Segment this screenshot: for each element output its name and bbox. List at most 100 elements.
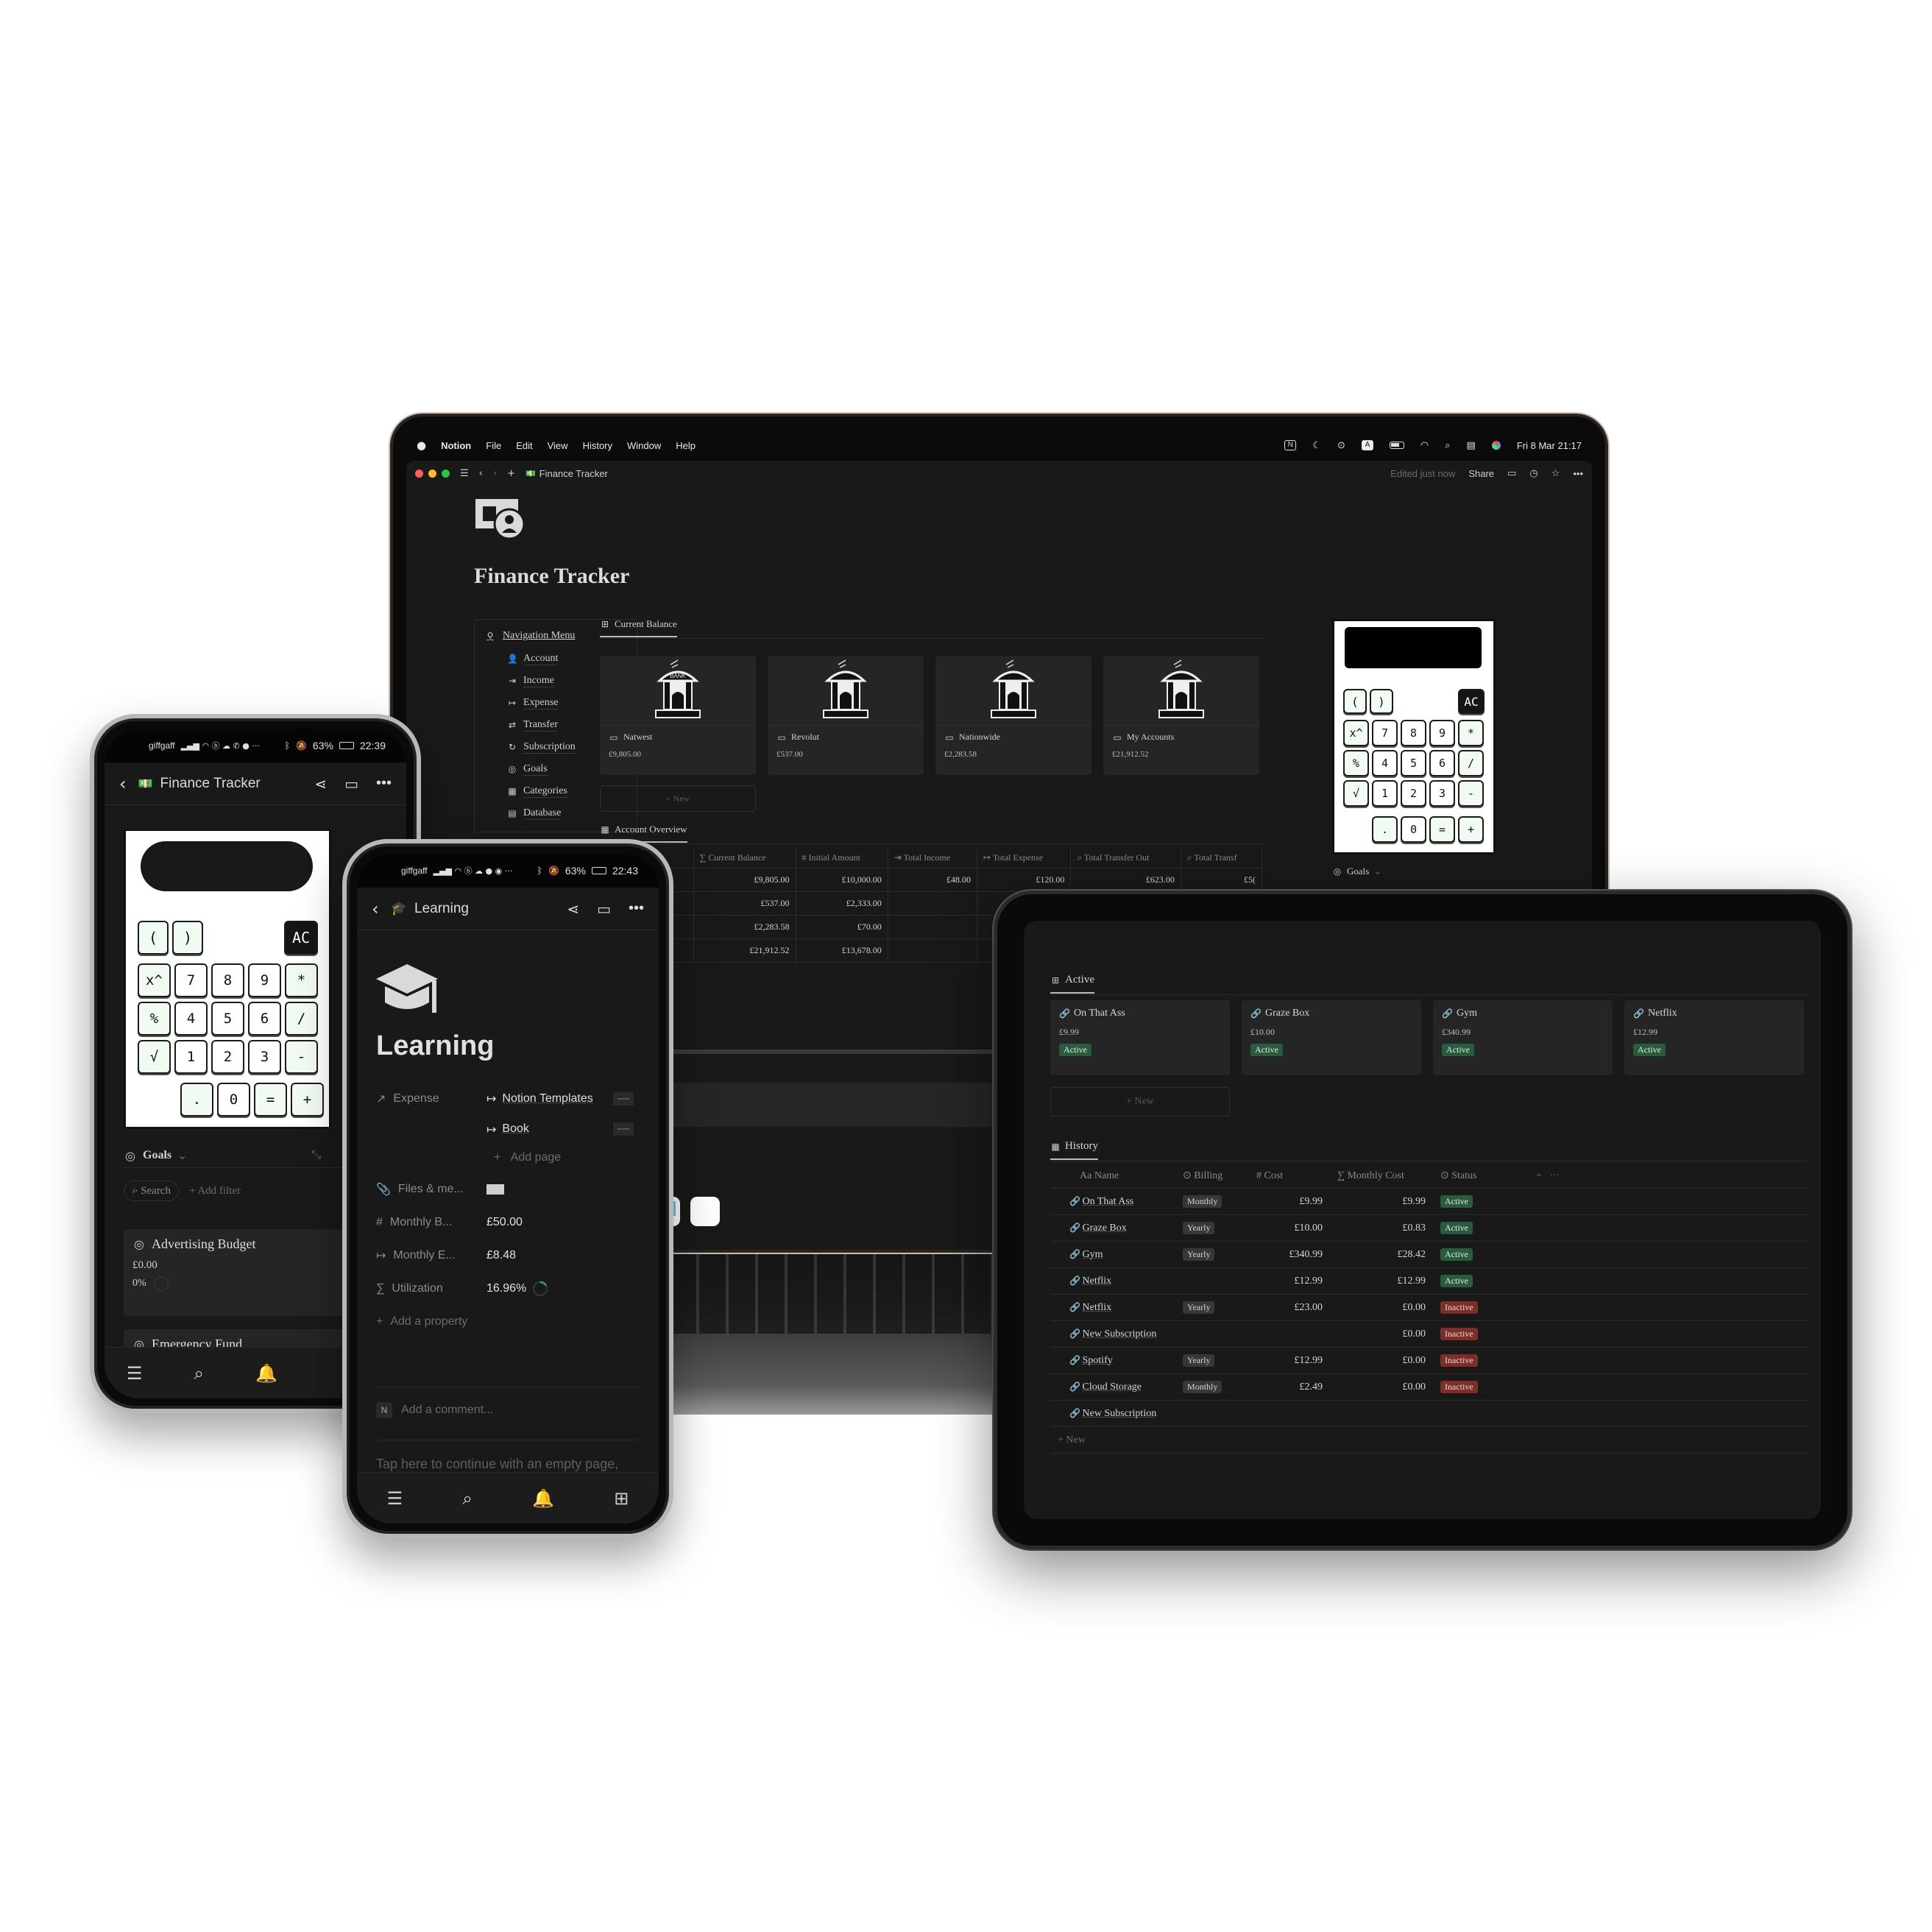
comments-icon[interactable]: ▭: [597, 900, 611, 918]
calc-key[interactable]: 2: [1401, 780, 1426, 807]
table-row[interactable]: 🔗 New Subscription £0.00 Inactive: [1050, 1320, 1808, 1348]
cell-billing[interactable]: [1175, 1400, 1249, 1427]
property-value[interactable]: £8.48: [486, 1249, 516, 1262]
calc-key[interactable]: /: [285, 1002, 318, 1036]
history-clock-icon[interactable]: ◷: [1529, 468, 1538, 479]
cell-billing[interactable]: Monthly: [1175, 1373, 1249, 1401]
column-header[interactable]: # Initial Amount: [796, 848, 888, 868]
table-row[interactable]: 🔗 Spotify Yearly £12.99 £0.00 Inactive: [1050, 1347, 1808, 1374]
cell-name[interactable]: 🔗 New Subscription: [1050, 1320, 1175, 1348]
calc-key[interactable]: 4: [174, 1002, 208, 1036]
menu-view[interactable]: View: [548, 440, 568, 451]
cell-status[interactable]: Inactive: [1433, 1294, 1529, 1321]
minimize-window-button[interactable]: [428, 469, 436, 478]
calc-key-open-paren[interactable]: (: [1343, 689, 1367, 714]
calc-key[interactable]: √: [138, 1040, 171, 1074]
cell-name[interactable]: 🔗 Graze Box: [1050, 1214, 1175, 1242]
tab-current-balance[interactable]: ⊞ Current Balance: [600, 618, 677, 637]
cell-name[interactable]: 🔗 New Subscription: [1050, 1400, 1175, 1427]
cell-name[interactable]: 🔗 On That Ass: [1050, 1188, 1175, 1215]
calc-key[interactable]: 7: [1372, 720, 1398, 746]
cell-name[interactable]: 🔗 Cloud Storage: [1050, 1373, 1175, 1401]
add-property-button[interactable]: Add a property: [390, 1315, 467, 1328]
cell-billing[interactable]: Monthly: [1175, 1188, 1249, 1215]
wifi-icon[interactable]: ◠: [1420, 440, 1429, 451]
more-options-icon[interactable]: •••: [376, 775, 392, 792]
cell-name[interactable]: 🔗 Spotify: [1050, 1347, 1175, 1374]
more-options-icon[interactable]: •••: [1573, 468, 1583, 479]
more-options-icon[interactable]: •••: [629, 900, 644, 917]
calc-key[interactable]: 8: [1401, 720, 1426, 746]
calc-key[interactable]: %: [1343, 750, 1369, 776]
sidebar-list-icon[interactable]: ☰: [127, 1363, 143, 1384]
table-row[interactable]: 🔗 On That Ass Monthly £9.99 £9.99 Active: [1050, 1188, 1808, 1215]
goal-card[interactable]: ◎ Advertising Budget £0.00 0%: [124, 1229, 359, 1316]
new-page-icon[interactable]: +: [507, 468, 515, 479]
apple-logo-icon[interactable]: ●: [417, 439, 426, 452]
calc-key[interactable]: √: [1343, 780, 1369, 807]
calc-key[interactable]: .: [1372, 816, 1398, 843]
add-property-row[interactable]: + Add a property: [376, 1305, 640, 1338]
subscription-card[interactable]: 🔗 Netflix £12.99 Active: [1624, 1000, 1804, 1075]
calc-key[interactable]: 3: [248, 1040, 281, 1074]
calc-key[interactable]: 4: [1372, 750, 1398, 776]
play-circle-icon[interactable]: ⊙: [1337, 440, 1345, 451]
more-options-icon[interactable]: ···: [1549, 1170, 1560, 1181]
sidebar-list-icon[interactable]: ☰: [387, 1488, 403, 1509]
calc-key[interactable]: 0: [217, 1083, 250, 1117]
new-page-plus-icon[interactable]: ⊞: [614, 1488, 629, 1509]
input-source-icon[interactable]: A: [1361, 440, 1373, 450]
goals-view-header[interactable]: ◎ Goals ⌄: [1332, 866, 1382, 877]
subscription-card[interactable]: 🔗 On That Ass £9.99 Active: [1050, 1000, 1230, 1075]
add-column-button[interactable]: + ···: [1529, 1164, 1808, 1189]
notifications-bell-icon[interactable]: 🔔: [532, 1488, 554, 1509]
spotlight-search-icon[interactable]: ⌕: [1445, 440, 1450, 451]
menu-window[interactable]: Window: [627, 440, 661, 451]
menu-edit[interactable]: Edit: [516, 440, 532, 451]
column-header[interactable]: ⌕ Total Transf: [1181, 848, 1263, 868]
new-row-button[interactable]: + New: [1050, 1426, 1808, 1454]
calc-key[interactable]: 8: [211, 963, 244, 997]
siri-icon[interactable]: [1491, 441, 1501, 450]
calc-key-close-paren[interactable]: ): [1370, 689, 1393, 714]
calc-key[interactable]: 5: [1401, 750, 1426, 776]
cell-status[interactable]: Active: [1433, 1241, 1529, 1268]
cell-status[interactable]: Active: [1433, 1188, 1529, 1215]
calc-key[interactable]: +: [1458, 816, 1484, 843]
cell-status[interactable]: Inactive: [1433, 1347, 1529, 1374]
column-header[interactable]: ⊙ Status: [1433, 1164, 1529, 1189]
table-row[interactable]: ▭ Natwest £9,805.00 £10,000.00 £48.00 £1…: [600, 868, 1263, 892]
add-filter-button[interactable]: + Add filter: [189, 1185, 241, 1197]
table-row[interactable]: 🔗 New Subscription: [1050, 1400, 1808, 1427]
back-icon[interactable]: ‹: [479, 468, 483, 479]
calc-key[interactable]: 2: [211, 1040, 244, 1074]
notifications-bell-icon[interactable]: 🔔: [255, 1363, 277, 1384]
calc-key-ac[interactable]: AC: [1458, 689, 1485, 714]
calc-key[interactable]: x^: [1343, 720, 1369, 746]
menu-file[interactable]: File: [486, 440, 501, 451]
column-header[interactable]: Aa Name: [1050, 1164, 1175, 1189]
share-icon[interactable]: ⋖: [567, 900, 579, 918]
tab-history[interactable]: ▦ History: [1050, 1140, 1098, 1160]
new-account-button[interactable]: + New: [600, 785, 756, 812]
calc-key-close-paren[interactable]: ): [172, 921, 203, 955]
menu-help[interactable]: Help: [676, 440, 696, 451]
calc-key[interactable]: .: [180, 1083, 213, 1117]
cell-billing[interactable]: Yearly: [1175, 1347, 1249, 1374]
back-icon[interactable]: ‹: [119, 774, 127, 794]
calc-key[interactable]: -: [1458, 780, 1484, 807]
expand-icon[interactable]: ⤡: [311, 1149, 321, 1162]
cell-name[interactable]: 🔗 Gym: [1050, 1241, 1175, 1268]
control-center-icon[interactable]: ▤: [1467, 440, 1476, 451]
search-icon[interactable]: ⌕: [462, 1488, 472, 1509]
column-header[interactable]: ⌕ Total Transfer Out: [1070, 848, 1181, 868]
search-icon[interactable]: ⌕: [194, 1363, 204, 1384]
calc-key[interactable]: 1: [174, 1040, 208, 1074]
bank-card[interactable]: ▭ Nationwide £2,283.58: [935, 656, 1091, 775]
cell-status[interactable]: [1433, 1400, 1529, 1427]
property-value[interactable]: £50.00: [486, 1216, 523, 1229]
relation-link[interactable]: Book: [502, 1122, 528, 1136]
new-row[interactable]: + New: [1050, 1426, 1808, 1454]
calc-key-ac[interactable]: AC: [284, 921, 318, 955]
comment-input[interactable]: N Add a comment...: [376, 1402, 493, 1418]
